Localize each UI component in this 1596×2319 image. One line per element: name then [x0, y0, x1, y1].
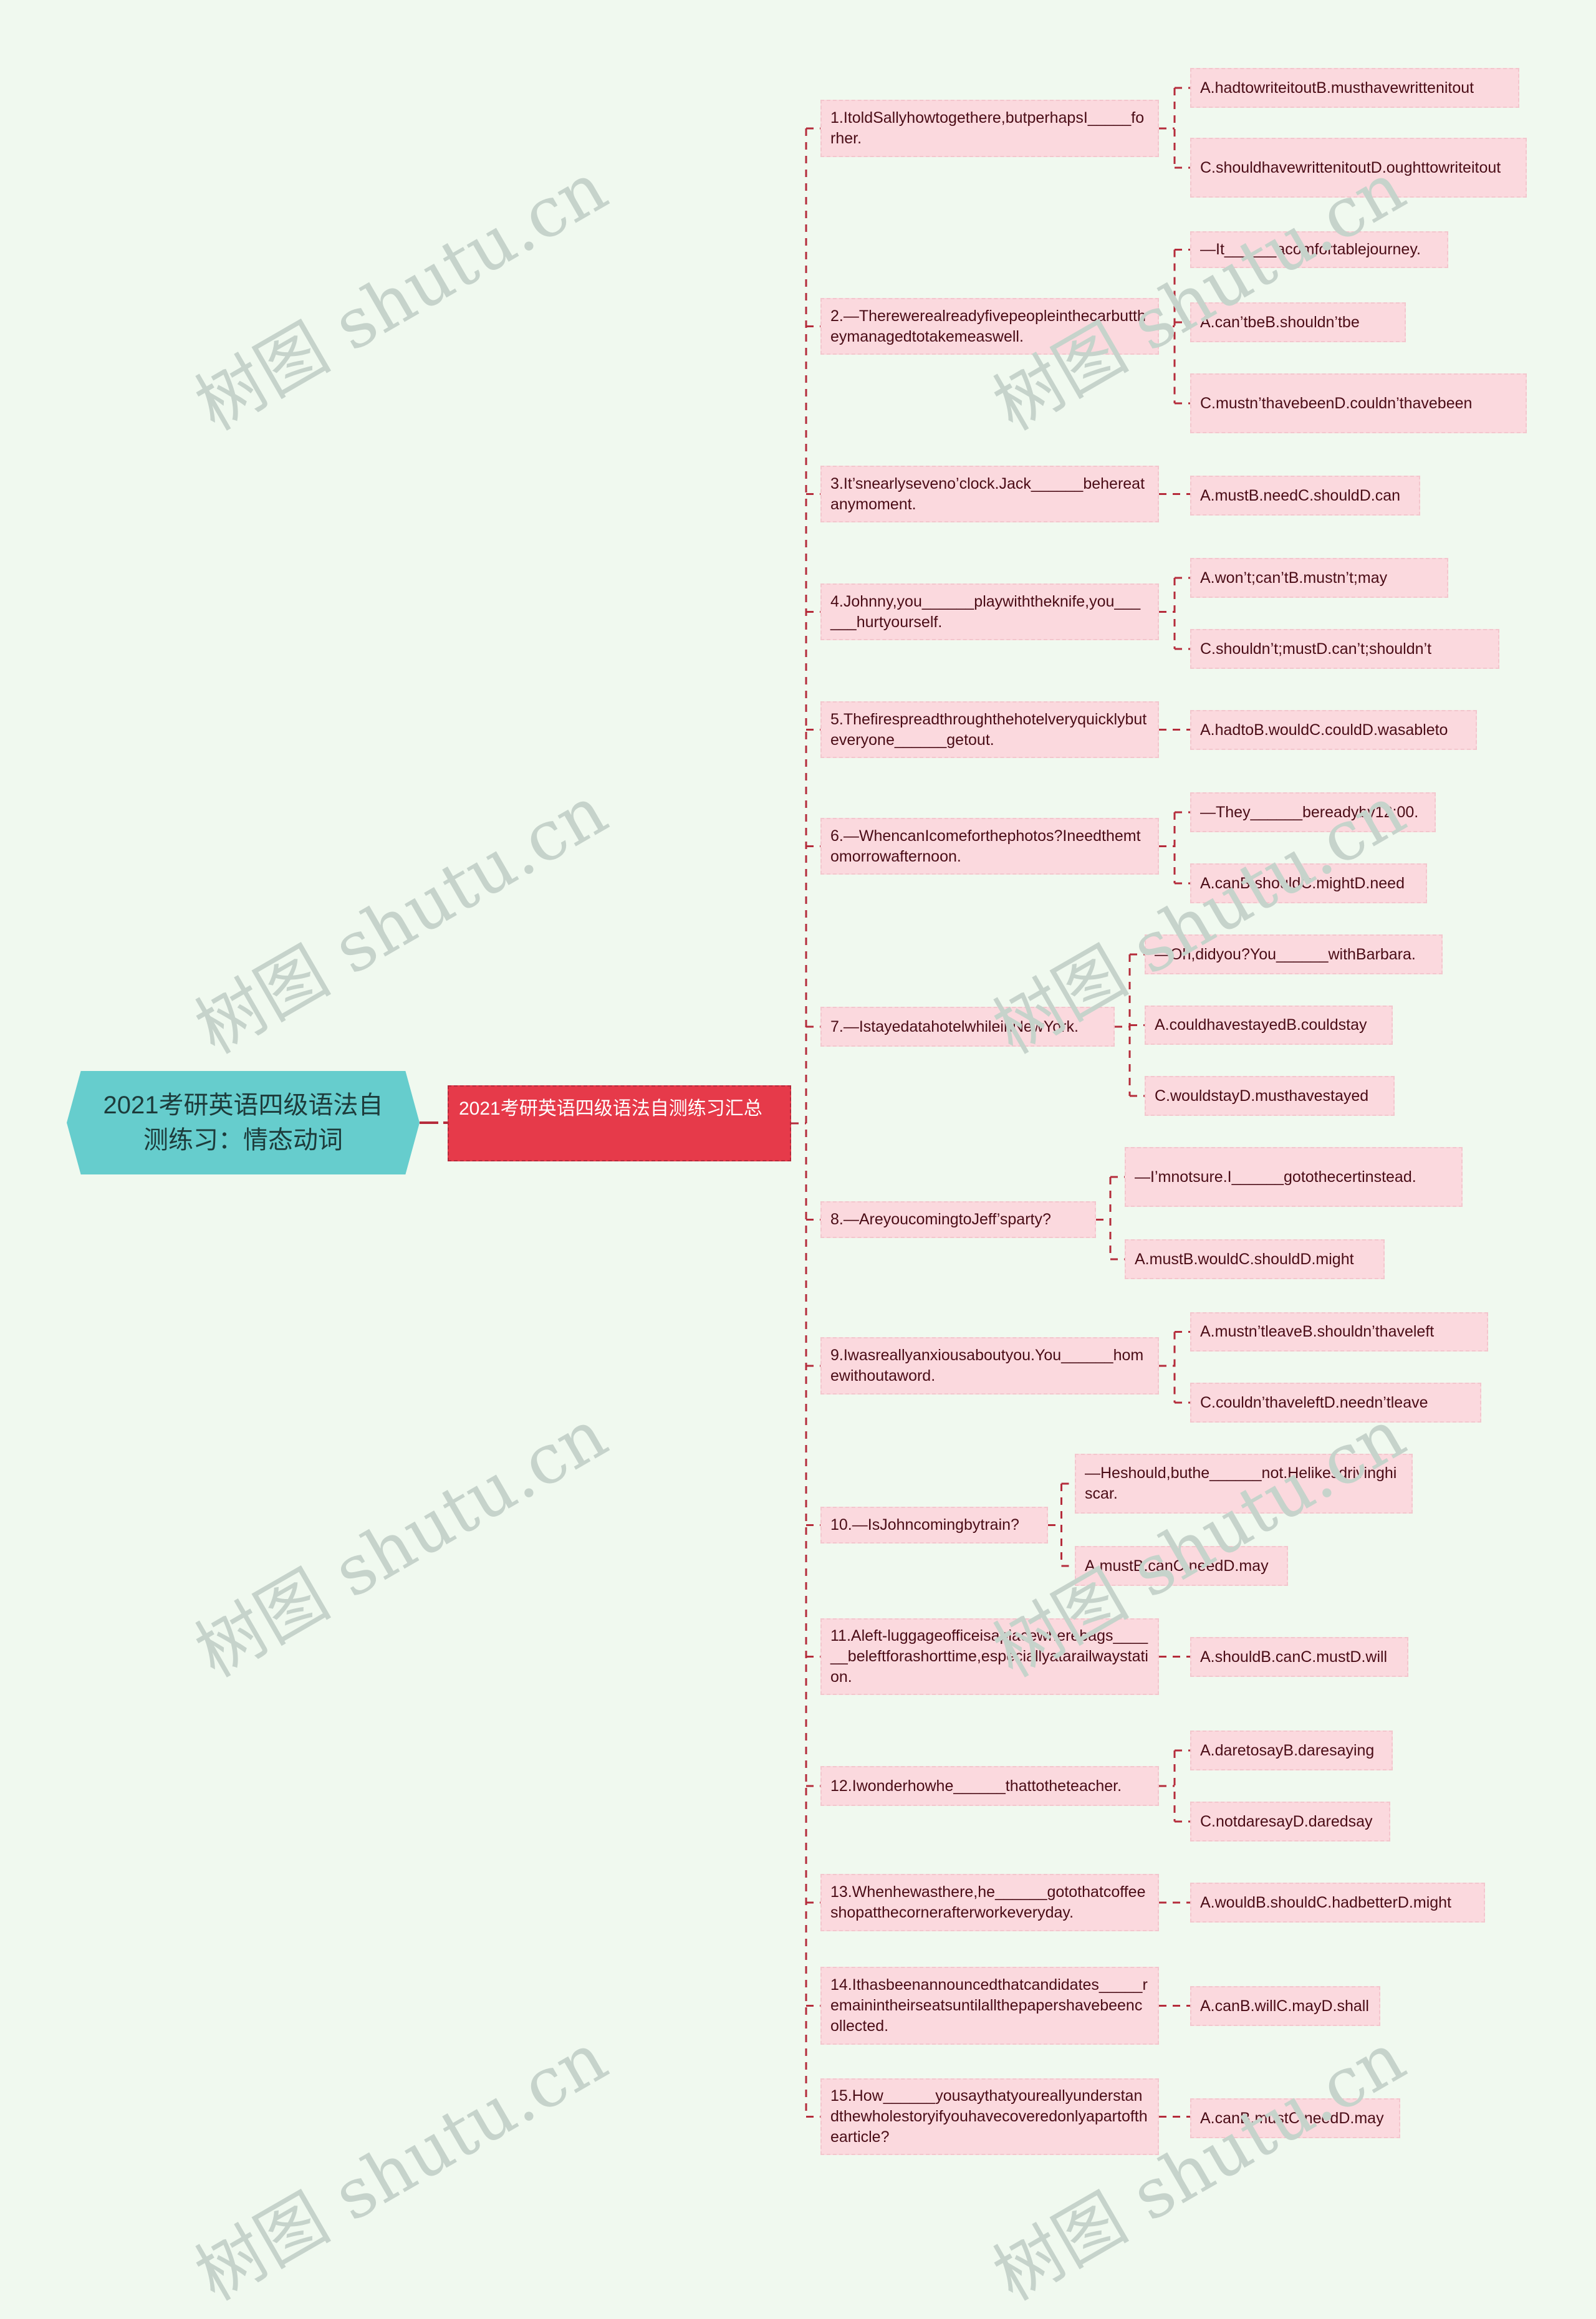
option-text: C.couldn’thaveleftD.needn’tleave — [1200, 1393, 1428, 1411]
option-node[interactable]: A.canB.shouldC.mightD.need — [1190, 863, 1427, 903]
option-node[interactable]: A.daretosayB.daresaying — [1190, 1731, 1393, 1770]
question-node-9[interactable]: 9.Iwasreallyanxiousaboutyou.You______hom… — [820, 1337, 1159, 1395]
option-node[interactable]: A.mustB.wouldC.shouldD.might — [1125, 1239, 1385, 1279]
option-node[interactable]: C.mustn’thavebeenD.couldn’thavebeen — [1190, 373, 1527, 433]
question-text: 8.—AreyoucomingtoJeff’sparty? — [830, 1211, 1051, 1228]
option-node[interactable]: A.shouldB.canC.mustD.will — [1190, 1637, 1408, 1677]
option-text: A.canB.willC.mayD.shall — [1200, 1997, 1369, 2015]
watermark: 树图 shutu.cn — [183, 771, 620, 1069]
option-text: C.shouldhavewrittenitoutD.oughttowriteit… — [1200, 158, 1501, 176]
watermark: 树图 shutu.cn — [981, 2017, 1418, 2316]
question-text: 2.—Therewerealreadyfivepeopleinthecarbut… — [830, 307, 1146, 345]
question-node-7[interactable]: 7.—IstayedatahotelwhileinNewYork. — [820, 1007, 1115, 1047]
option-node[interactable]: A.hadtoB.wouldC.couldD.wasableto — [1190, 710, 1477, 750]
option-node[interactable]: C.notdaresayD.daredsay — [1190, 1802, 1390, 1841]
option-text: A.daretosayB.daresaying — [1200, 1741, 1375, 1759]
option-node[interactable]: A.canB.willC.mayD.shall — [1190, 1986, 1380, 2026]
option-text: C.notdaresayD.daredsay — [1200, 1812, 1373, 1830]
question-node-6[interactable]: 6.—WhencanIcomeforthephotos?Ineedthemtom… — [820, 818, 1159, 875]
option-node[interactable]: —They______bereadyby12:00. — [1190, 792, 1436, 832]
option-text: —It______acomfortablejourney. — [1200, 241, 1421, 258]
question-text: 4.Johnny,you______playwiththeknife,you__… — [830, 592, 1141, 631]
option-text: A.canB.mustC.needD.may — [1200, 2109, 1384, 2127]
option-node[interactable]: C.couldn’thaveleftD.needn’tleave — [1190, 1383, 1481, 1423]
option-node[interactable]: A.hadtowriteitoutB.musthavewrittenitout — [1190, 68, 1519, 108]
question-node-12[interactable]: 12.Iwonderhowhe______thattotheteacher. — [820, 1766, 1159, 1806]
question-text: 10.—IsJohncomingbytrain? — [830, 1516, 1019, 1534]
question-node-2[interactable]: 2.—Therewerealreadyfivepeopleinthecarbut… — [820, 298, 1159, 355]
option-node[interactable]: C.shouldn’t;mustD.can’t;shouldn’t — [1190, 629, 1499, 669]
option-text: A.hadtowriteitoutB.musthavewrittenitout — [1200, 79, 1474, 97]
root-node-label: 2021考研英语四级语法自测练习：情态动词 — [103, 1092, 383, 1154]
option-node[interactable]: A.mustB.canC.needD.may — [1075, 1546, 1288, 1586]
option-text: A.wouldB.shouldC.hadbetterD.might — [1200, 1893, 1452, 1911]
option-node[interactable]: —Oh,didyou?You______withBarbara. — [1145, 934, 1443, 974]
root-node[interactable]: 2021考研英语四级语法自测练习：情态动词 — [67, 1071, 420, 1174]
question-node-5[interactable]: 5.Thefirespreadthroughthehotelveryquickl… — [820, 701, 1159, 758]
option-text: A.won’t;can’tB.mustn’t;may — [1200, 569, 1388, 587]
question-text: 9.Iwasreallyanxiousaboutyou.You______hom… — [830, 1347, 1144, 1385]
option-text: A.mustB.canC.needD.may — [1085, 1557, 1269, 1575]
option-text: —Oh,didyou?You______withBarbara. — [1155, 945, 1416, 963]
option-text: A.shouldB.canC.mustD.will — [1200, 1648, 1388, 1666]
question-text: 7.—IstayedatahotelwhileinNewYork. — [830, 1017, 1079, 1035]
question-text: 13.Whenhewasthere,he______gotothatcoffee… — [830, 1883, 1146, 1921]
question-node-11[interactable]: 11.Aleft-luggageofficeisaplacewherebags_… — [820, 1618, 1159, 1695]
option-text: —Heshould,buthe______not.Helikesdrivingh… — [1085, 1464, 1397, 1502]
question-node-10[interactable]: 10.—IsJohncomingbytrain? — [820, 1507, 1048, 1544]
summary-node[interactable]: 2021考研英语四级语法自测练习汇总 — [448, 1085, 791, 1161]
option-text: A.hadtoB.wouldC.couldD.wasableto — [1200, 721, 1448, 739]
watermark: 树图 shutu.cn — [183, 1394, 620, 1692]
question-text: 14.Ithasbeenannouncedthatcandidates_____… — [830, 1976, 1148, 2035]
option-node[interactable]: C.wouldstayD.musthavestayed — [1145, 1076, 1395, 1116]
option-node[interactable]: A.can’tbeB.shouldn’tbe — [1190, 302, 1406, 342]
option-text: A.couldhavestayedB.couldstay — [1155, 1016, 1367, 1034]
option-text: A.can’tbeB.shouldn’tbe — [1200, 313, 1360, 331]
question-node-1[interactable]: 1.ItoldSallyhowtogethere,butperhapsI____… — [820, 100, 1159, 157]
question-node-8[interactable]: 8.—AreyoucomingtoJeff’sparty? — [820, 1201, 1096, 1238]
option-node[interactable]: A.won’t;can’tB.mustn’t;may — [1190, 558, 1448, 598]
question-text: 5.Thefirespreadthroughthehotelveryquickl… — [830, 710, 1147, 749]
option-node[interactable]: —I’mnotsure.I______gotothecertinstead. — [1125, 1147, 1463, 1207]
question-node-14[interactable]: 14.Ithasbeenannouncedthatcandidates_____… — [820, 1967, 1159, 2045]
option-node[interactable]: A.couldhavestayedB.couldstay — [1145, 1006, 1393, 1045]
question-text: 1.ItoldSallyhowtogethere,butperhapsI____… — [830, 109, 1145, 147]
question-text: 3.It’snearlyseveno’clock.Jack______beher… — [830, 474, 1145, 513]
option-node[interactable]: —Heshould,buthe______not.Helikesdrivingh… — [1075, 1454, 1413, 1514]
question-node-3[interactable]: 3.It’snearlyseveno’clock.Jack______beher… — [820, 466, 1159, 522]
option-text: C.mustn’thavebeenD.couldn’thavebeen — [1200, 394, 1473, 412]
option-node[interactable]: A.canB.mustC.needD.may — [1190, 2098, 1400, 2138]
option-text: A.canB.shouldC.mightD.need — [1200, 874, 1405, 892]
watermark: 树图 shutu.cn — [183, 147, 620, 446]
option-node[interactable]: A.wouldB.shouldC.hadbetterD.might — [1190, 1883, 1485, 1923]
question-text: 6.—WhencanIcomeforthephotos?Ineedthemtom… — [830, 827, 1141, 865]
question-text: 11.Aleft-luggageofficeisaplacewherebags_… — [830, 1627, 1148, 1686]
option-node[interactable]: —It______acomfortablejourney. — [1190, 231, 1448, 268]
option-text: C.wouldstayD.musthavestayed — [1155, 1087, 1369, 1105]
option-text: A.mustB.needC.shouldD.can — [1200, 486, 1401, 504]
option-node[interactable]: A.mustn’tleaveB.shouldn’thaveleft — [1190, 1312, 1488, 1352]
question-node-13[interactable]: 13.Whenhewasthere,he______gotothatcoffee… — [820, 1874, 1159, 1931]
question-text: 12.Iwonderhowhe______thattotheteacher. — [830, 1777, 1122, 1795]
option-text: A.mustn’tleaveB.shouldn’thaveleft — [1200, 1323, 1435, 1340]
question-node-15[interactable]: 15.How______yousaythatyoureallyunderstan… — [820, 2078, 1159, 2155]
mind-map-canvas: 2021考研英语四级语法自测练习：情态动词 2021考研英语四级语法自测练习汇总… — [0, 0, 1596, 2316]
option-node[interactable]: C.shouldhavewrittenitoutD.oughttowriteit… — [1190, 138, 1527, 198]
summary-node-label: 2021考研英语四级语法自测练习汇总 — [459, 1098, 762, 1119]
option-text: A.mustB.wouldC.shouldD.might — [1135, 1250, 1354, 1268]
option-text: C.shouldn’t;mustD.can’t;shouldn’t — [1200, 640, 1432, 658]
option-text: —They______bereadyby12:00. — [1200, 803, 1419, 821]
question-node-4[interactable]: 4.Johnny,you______playwiththeknife,you__… — [820, 583, 1159, 640]
watermark: 树图 shutu.cn — [183, 2017, 620, 2316]
option-text: —I’mnotsure.I______gotothecertinstead. — [1135, 1168, 1416, 1186]
question-text: 15.How______yousaythatyoureallyunderstan… — [830, 2087, 1148, 2146]
option-node[interactable]: A.mustB.needC.shouldD.can — [1190, 476, 1420, 516]
